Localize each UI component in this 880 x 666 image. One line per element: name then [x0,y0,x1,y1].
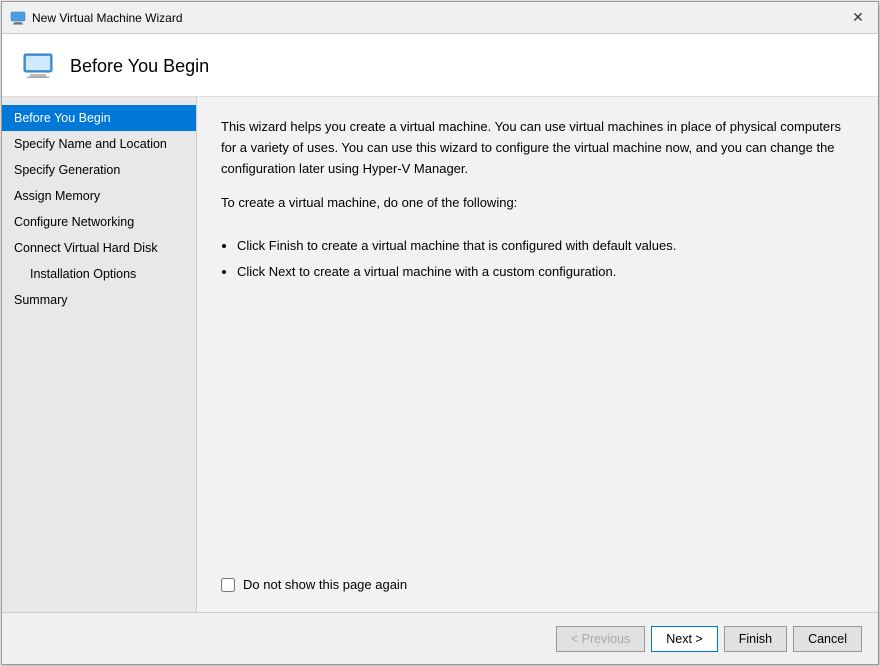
wizard-body: Before You Begin Specify Name and Locati… [2,97,878,612]
do-not-show-label[interactable]: Do not show this page again [243,577,407,592]
nav-item-summary[interactable]: Summary [2,287,196,313]
nav-item-networking[interactable]: Configure Networking [2,209,196,235]
close-button[interactable]: ✕ [846,6,870,30]
nav-item-generation[interactable]: Specify Generation [2,157,196,183]
nav-item-before-you-begin[interactable]: Before You Begin [2,105,196,131]
wizard-content: This wizard helps you create a virtual m… [197,97,878,612]
intro-paragraph: This wizard helps you create a virtual m… [221,117,854,179]
title-bar: New Virtual Machine Wizard ✕ [2,2,878,34]
instructions-list: Click Finish to create a virtual machine… [237,236,854,287]
finish-button[interactable]: Finish [724,626,787,652]
wizard-footer: < Previous Next > Finish Cancel [2,612,878,664]
window-title: New Virtual Machine Wizard [32,11,846,25]
window-icon [10,10,26,26]
nav-item-memory[interactable]: Assign Memory [2,183,196,209]
bullet-finish: Click Finish to create a virtual machine… [237,236,854,256]
do-not-show-row: Do not show this page again [221,557,854,592]
nav-item-hard-disk[interactable]: Connect Virtual Hard Disk [2,235,196,261]
next-button[interactable]: Next > [651,626,717,652]
header-vm-icon [22,50,54,82]
bullet-next: Click Next to create a virtual machine w… [237,262,854,282]
instructions-lead: To create a virtual machine, do one of t… [221,193,854,214]
nav-item-name-location[interactable]: Specify Name and Location [2,131,196,157]
previous-button[interactable]: < Previous [556,626,645,652]
wizard-window: New Virtual Machine Wizard ✕ Before You … [1,1,879,665]
cancel-button[interactable]: Cancel [793,626,862,652]
do-not-show-checkbox[interactable] [221,578,235,592]
wizard-header: Before You Begin [2,34,878,97]
page-title: Before You Begin [70,56,209,77]
wizard-nav: Before You Begin Specify Name and Locati… [2,97,197,612]
nav-item-installation-options[interactable]: Installation Options [2,261,196,287]
